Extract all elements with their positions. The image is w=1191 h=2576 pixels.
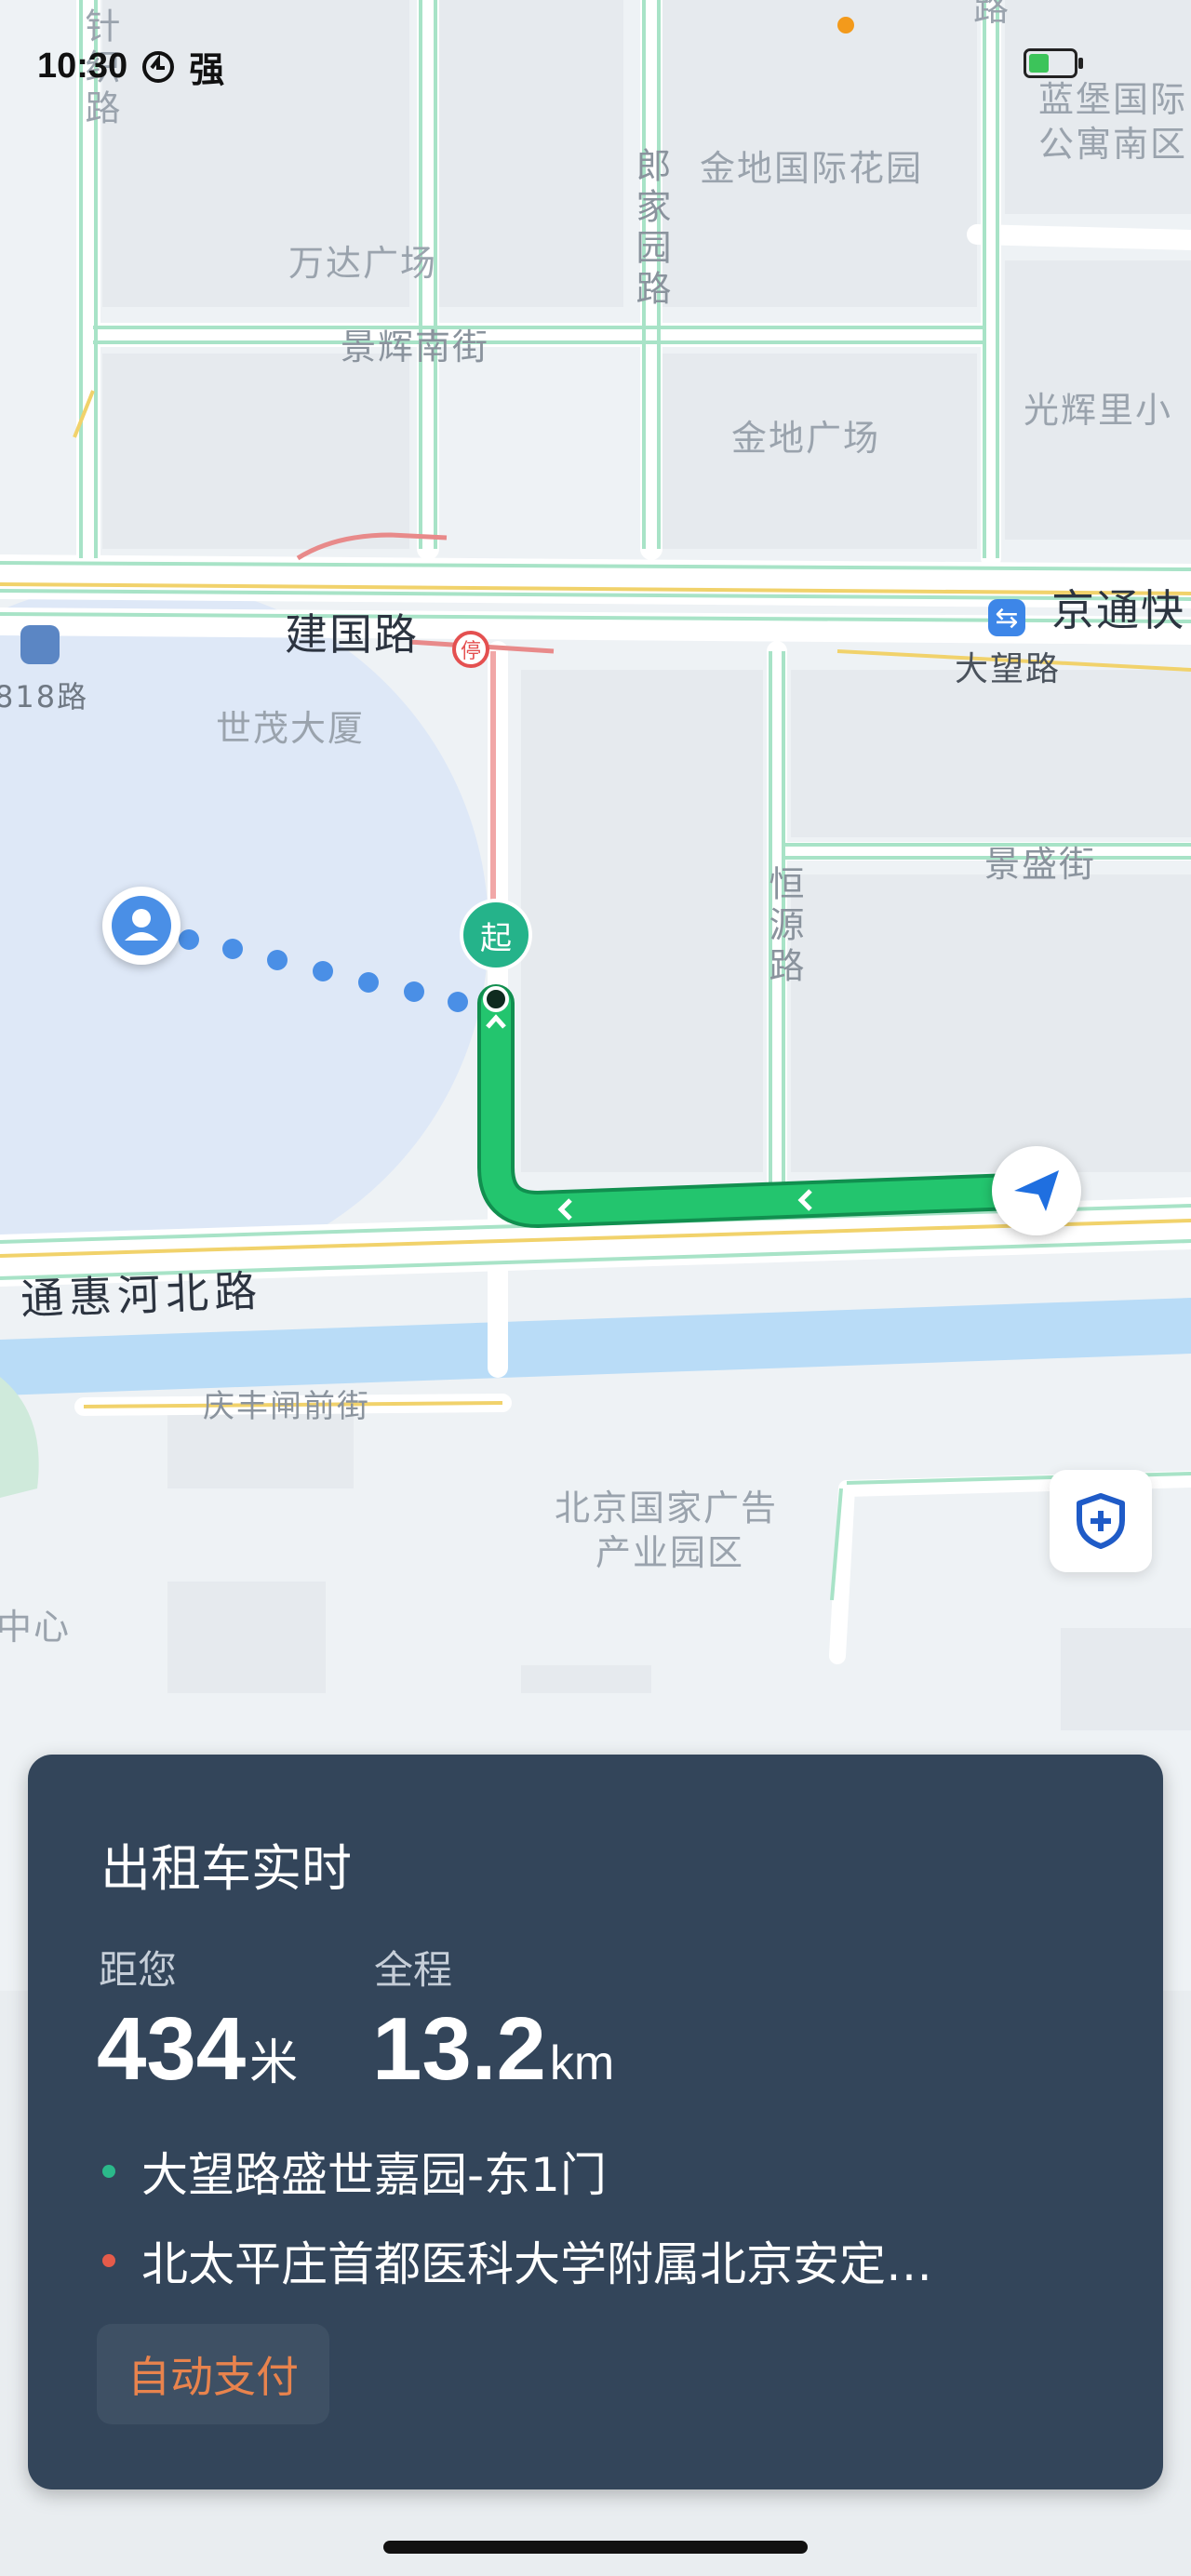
place-label-wanda: 万达广场 bbox=[288, 243, 438, 284]
user-location-marker[interactable] bbox=[102, 887, 181, 965]
place-label-top-right-2: 公寓南区 bbox=[1038, 124, 1188, 165]
status-bar: 10:30 强 bbox=[37, 41, 224, 92]
start-marker[interactable]: 起 bbox=[460, 899, 532, 971]
auto-pay-button[interactable]: 自动支付 bbox=[97, 2324, 329, 2424]
station-label-dawang: 大望路 bbox=[955, 650, 1062, 688]
place-label-top-right: 蓝堡国际 bbox=[1038, 79, 1188, 120]
road-label-jingtong: 京通快 bbox=[1051, 585, 1185, 635]
place-label-center: 中心 bbox=[0, 1607, 72, 1648]
distance-value: 434 bbox=[97, 1999, 247, 2099]
place-label-guanggao-2: 产业园区 bbox=[596, 1532, 745, 1573]
total-unit: km bbox=[549, 2036, 615, 2090]
user-avatar-icon bbox=[112, 896, 171, 955]
place-label-jindi-garden: 金地国际花园 bbox=[700, 148, 924, 189]
taxi-info-panel[interactable]: 出租车实时 距您 全程 434 米 13.2 km 大望路盛世嘉园-东1门 北太… bbox=[28, 1755, 1163, 2489]
bus-stop-icon[interactable] bbox=[20, 625, 60, 664]
hotspot-icon bbox=[142, 50, 175, 83]
total-value: 13.2 bbox=[372, 1999, 546, 2099]
origin-dot bbox=[102, 2165, 115, 2178]
shield-icon bbox=[1077, 1493, 1125, 1549]
road-label-hengyuan: 恒源路 bbox=[763, 865, 804, 988]
navigation-arrow-icon bbox=[1014, 1170, 1059, 1211]
battery-level bbox=[1029, 54, 1049, 73]
auto-pay-label: 自动支付 bbox=[127, 2352, 299, 2402]
panel-title: 出租车实时 bbox=[100, 1839, 352, 1898]
bus-label-818: 818路 bbox=[0, 679, 89, 714]
battery-icon bbox=[1024, 48, 1083, 78]
safety-shield-button[interactable] bbox=[1050, 1470, 1152, 1572]
place-label-shimao: 世茂大厦 bbox=[216, 708, 366, 749]
status-time: 10:30 bbox=[37, 47, 128, 86]
subway-transfer-icon[interactable]: ⇆ bbox=[988, 599, 1025, 636]
road-label-langjiayuan: 郎家园路 bbox=[630, 147, 671, 311]
stop-sign-marker[interactable]: 停 bbox=[452, 631, 489, 668]
road-label-qingfengzha: 庆丰闸前街 bbox=[203, 1388, 370, 1425]
start-marker-label: 起 bbox=[480, 919, 512, 957]
distance-label: 距您 bbox=[99, 1947, 178, 1993]
orange-dot bbox=[837, 17, 854, 33]
place-label-guanggao-1: 北京国家广告 bbox=[555, 1488, 779, 1528]
total-value-group: 13.2 km bbox=[372, 1998, 614, 2101]
road-label-top-fragment: 路 bbox=[973, 0, 1011, 29]
place-label-guanghuili: 光辉里小 bbox=[1024, 390, 1173, 431]
taxi-vehicle-marker[interactable] bbox=[992, 1146, 1081, 1235]
place-label-jindi-plaza: 金地广场 bbox=[731, 418, 881, 459]
distance-value-group: 434 米 bbox=[97, 1998, 298, 2101]
road-label-jinghui-south: 景辉南街 bbox=[341, 327, 490, 367]
road-label-jianguo: 建国路 bbox=[285, 609, 419, 660]
stop-sign-label: 停 bbox=[460, 640, 481, 663]
distance-unit: 米 bbox=[249, 2035, 299, 2091]
destination-dot bbox=[102, 2254, 115, 2267]
total-label: 全程 bbox=[374, 1947, 453, 1993]
origin-row: 大望路盛世嘉园-东1门 bbox=[102, 2138, 607, 2205]
origin-address: 大望路盛世嘉园-东1门 bbox=[141, 2148, 607, 2202]
destination-address: 北太平庄首都医科大学附属北京安定… bbox=[141, 2237, 932, 2291]
road-label-tonghuihe-north: 通惠河北路 bbox=[20, 1265, 263, 1325]
signal-strength: 强 bbox=[189, 51, 225, 90]
road-label-jingsheng: 景盛街 bbox=[984, 844, 1097, 885]
destination-row: 北太平庄首都医科大学附属北京安定… bbox=[102, 2227, 932, 2294]
home-indicator[interactable] bbox=[383, 2541, 808, 2554]
